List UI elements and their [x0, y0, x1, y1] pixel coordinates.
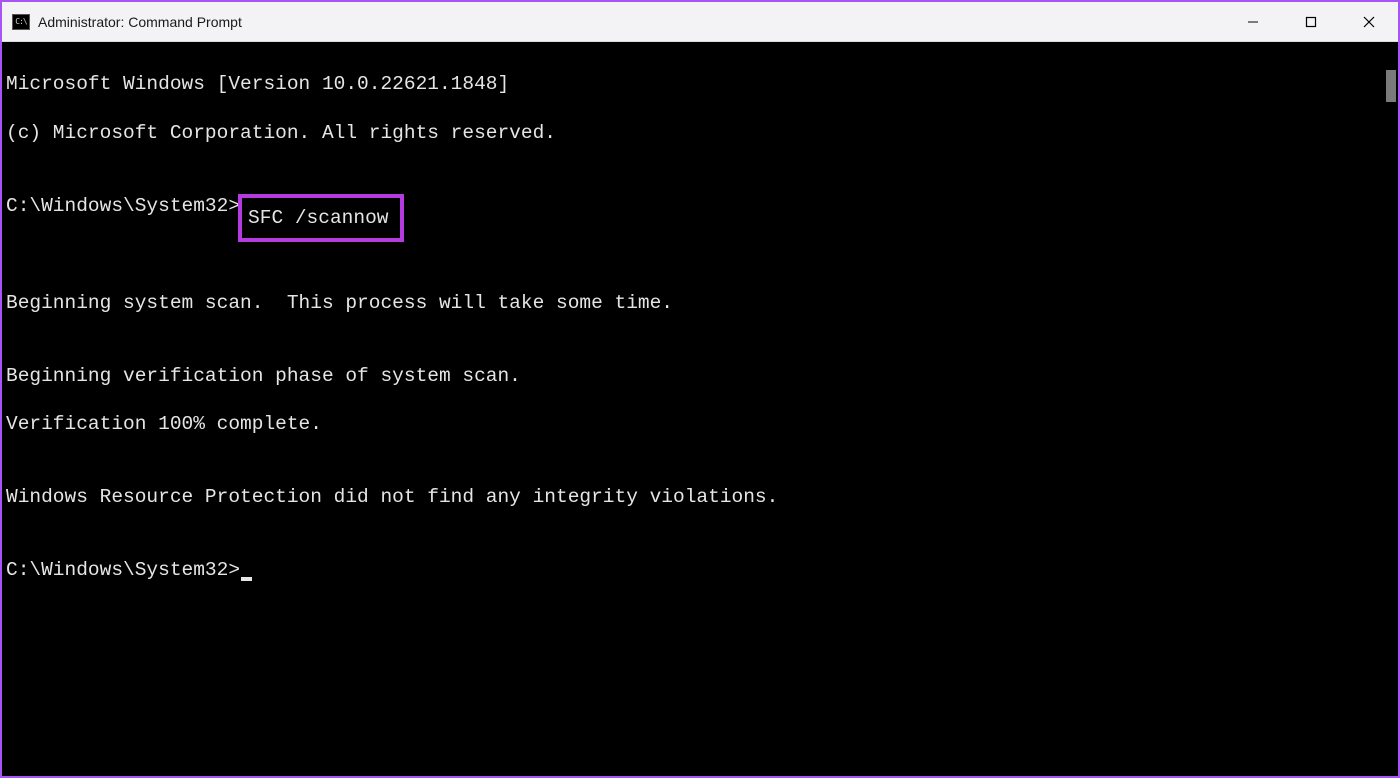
output-line: Verification 100% complete.	[6, 412, 1394, 436]
output-line: Beginning system scan. This process will…	[6, 291, 1394, 315]
prompt-path: C:\Windows\System32>	[6, 194, 240, 218]
prompt-line: C:\Windows\System32>	[6, 558, 1394, 582]
maximize-icon	[1305, 16, 1317, 28]
scrollbar-thumb[interactable]	[1386, 70, 1396, 102]
terminal-area[interactable]: Microsoft Windows [Version 10.0.22621.18…	[2, 42, 1398, 776]
cursor	[241, 577, 252, 581]
output-line: Windows Resource Protection did not find…	[6, 485, 1394, 509]
close-icon	[1363, 16, 1375, 28]
prompt-path: C:\Windows\System32>	[6, 559, 240, 581]
titlebar-left: C:\ Administrator: Command Prompt	[12, 14, 242, 30]
cmd-icon: C:\	[12, 14, 30, 30]
terminal-content[interactable]: Microsoft Windows [Version 10.0.22621.18…	[2, 42, 1398, 637]
output-line: Beginning verification phase of system s…	[6, 364, 1394, 388]
maximize-button[interactable]	[1282, 2, 1340, 41]
close-button[interactable]	[1340, 2, 1398, 41]
window-title: Administrator: Command Prompt	[38, 14, 242, 30]
command-line: C:\Windows\System32> SFC /scannow	[6, 194, 1394, 242]
output-line: Microsoft Windows [Version 10.0.22621.18…	[6, 72, 1394, 96]
titlebar[interactable]: C:\ Administrator: Command Prompt	[2, 2, 1398, 42]
command-prompt-window: C:\ Administrator: Command Prompt Micros…	[0, 0, 1400, 778]
scrollbar[interactable]	[1382, 42, 1398, 776]
command-highlight: SFC /scannow	[238, 194, 404, 242]
window-controls	[1224, 2, 1398, 41]
minimize-button[interactable]	[1224, 2, 1282, 41]
minimize-icon	[1247, 16, 1259, 28]
command-text: SFC /scannow	[248, 207, 388, 229]
output-line: (c) Microsoft Corporation. All rights re…	[6, 121, 1394, 145]
